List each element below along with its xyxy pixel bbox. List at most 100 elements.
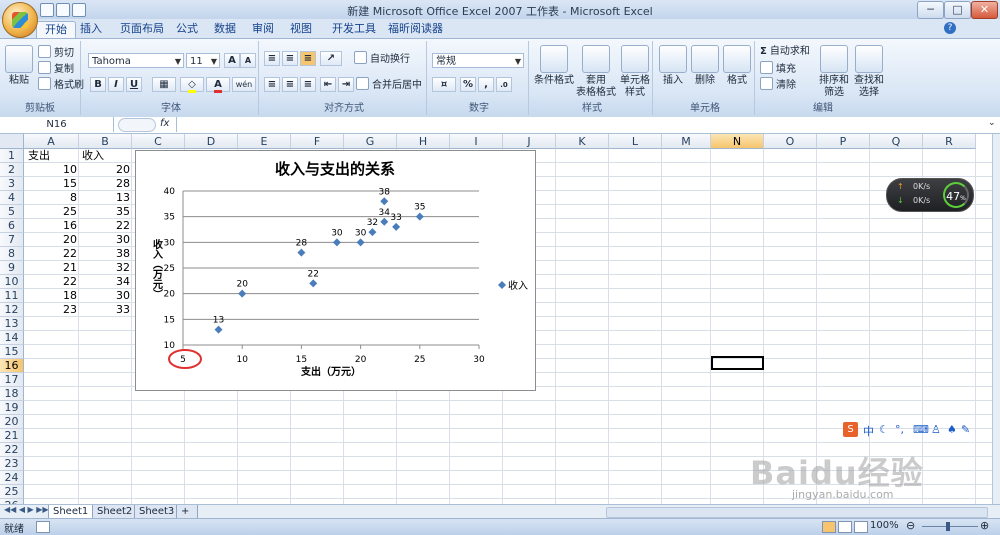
font-size-combo[interactable]: 11 ▼	[186, 53, 220, 68]
cell-A2[interactable]: 10	[24, 163, 77, 177]
tab-view[interactable]: 视图	[282, 21, 320, 37]
row-header-23[interactable]: 23	[0, 457, 24, 471]
fill-color-button[interactable]: ◇	[180, 77, 204, 93]
row-header-21[interactable]: 21	[0, 429, 24, 443]
align-middle-button[interactable]: ≡	[282, 51, 298, 66]
cell-B12[interactable]: 33	[79, 303, 130, 317]
align-bottom-button[interactable]: ≡	[300, 51, 316, 66]
sheet-nav-icon[interactable]: ◀◀ ◀ ▶ ▶▶	[4, 505, 49, 514]
cell-A3[interactable]: 15	[24, 177, 77, 191]
column-header-C[interactable]: C	[132, 134, 185, 149]
find-select-button[interactable]: 查找和 选择	[852, 45, 886, 99]
tab-foxit[interactable]: 福昕阅读器	[380, 21, 451, 37]
align-center-button[interactable]: ≡	[282, 77, 298, 92]
row-header-17[interactable]: 17	[0, 373, 24, 387]
row-header-20[interactable]: 20	[0, 415, 24, 429]
tab-page-layout[interactable]: 页面布局	[112, 21, 172, 37]
formula-input[interactable]	[176, 117, 987, 132]
font-color-button[interactable]: A	[206, 77, 230, 93]
column-header-J[interactable]: J	[503, 134, 556, 149]
increase-indent-button[interactable]: ⇥	[338, 77, 354, 92]
cell-A1[interactable]: 支出	[28, 149, 50, 163]
row-header-16[interactable]: 16	[0, 359, 24, 373]
row-header-15[interactable]: 15	[0, 345, 24, 359]
number-format-combo[interactable]: 常规 ▼	[432, 53, 524, 68]
row-header-9[interactable]: 9	[0, 261, 24, 275]
column-header-M[interactable]: M	[662, 134, 711, 149]
column-header-B[interactable]: B	[79, 134, 132, 149]
sheet-tab-3[interactable]: Sheet3	[134, 505, 180, 519]
cell-A4[interactable]: 8	[24, 191, 77, 205]
grow-font-button[interactable]: A	[224, 53, 240, 68]
zoom-out-icon[interactable]: ⊖	[906, 519, 915, 532]
ime-toolbar[interactable]: S 中 ☾ °, ⌨ ♙ ♠ ✎	[843, 422, 973, 438]
phonetic-button[interactable]: wén	[232, 77, 256, 92]
conditional-format-button[interactable]: 条件格式	[534, 45, 574, 87]
shrink-font-button[interactable]: A	[240, 53, 256, 68]
page-break-view-icon[interactable]	[854, 521, 868, 533]
cell-B3[interactable]: 28	[79, 177, 130, 191]
row-header-7[interactable]: 7	[0, 233, 24, 247]
column-header-D[interactable]: D	[185, 134, 238, 149]
cell-B5[interactable]: 35	[79, 205, 130, 219]
cell-A6[interactable]: 16	[24, 219, 77, 233]
cell-B9[interactable]: 32	[79, 261, 130, 275]
cell-A10[interactable]: 22	[24, 275, 77, 289]
cell-A12[interactable]: 23	[24, 303, 77, 317]
cell-B11[interactable]: 30	[79, 289, 130, 303]
column-header-L[interactable]: L	[609, 134, 662, 149]
paste-button[interactable]: 粘贴	[4, 45, 34, 87]
settings-icon[interactable]: ✎	[961, 423, 970, 436]
column-header-H[interactable]: H	[397, 134, 450, 149]
cell-A7[interactable]: 20	[24, 233, 77, 247]
wrap-text-button[interactable]: 自动换行	[354, 51, 410, 65]
bold-button[interactable]: B	[90, 77, 106, 92]
column-header-P[interactable]: P	[817, 134, 870, 149]
decrease-indent-button[interactable]: ⇤	[320, 77, 336, 92]
row-header-2[interactable]: 2	[0, 163, 24, 177]
horizontal-scrollbar[interactable]	[606, 507, 988, 518]
tab-developer[interactable]: 开发工具	[324, 21, 384, 37]
active-cell-N16[interactable]	[711, 356, 764, 370]
align-top-button[interactable]: ≡	[264, 51, 280, 66]
fill-button[interactable]: 填充	[760, 61, 796, 75]
format-as-table-button[interactable]: 套用 表格格式	[574, 45, 618, 99]
scatter-chart[interactable]: 收入与支出的关系 10 15 20 25 30 35 40 5 10 15 20 25 30 支出（万元） 收…	[135, 150, 536, 391]
fx-button[interactable]: fx	[160, 118, 169, 129]
tab-review[interactable]: 审阅	[244, 21, 282, 37]
column-header-O[interactable]: O	[764, 134, 817, 149]
cell-A11[interactable]: 18	[24, 289, 77, 303]
column-header-E[interactable]: E	[238, 134, 291, 149]
row-header-11[interactable]: 11	[0, 289, 24, 303]
row-header-4[interactable]: 4	[0, 191, 24, 205]
row-header-1[interactable]: 1	[0, 149, 24, 163]
page-layout-view-icon[interactable]	[838, 521, 852, 533]
clear-button[interactable]: 清除	[760, 77, 796, 91]
merge-center-button[interactable]: 合并后居中	[356, 77, 422, 91]
vertical-scrollbar[interactable]	[992, 134, 1000, 504]
macro-record-icon[interactable]	[36, 521, 50, 533]
cell-A9[interactable]: 21	[24, 261, 77, 275]
cell-B2[interactable]: 20	[79, 163, 130, 177]
cell-A5[interactable]: 25	[24, 205, 77, 219]
column-header-I[interactable]: I	[450, 134, 503, 149]
delete-cells-button[interactable]: 删除	[690, 45, 720, 87]
insert-sheet-button[interactable]: +	[176, 505, 198, 519]
accounting-button[interactable]: ¤	[432, 77, 456, 92]
zoom-slider[interactable]	[922, 526, 978, 527]
autosum-button[interactable]: Σ 自动求和	[760, 45, 810, 59]
expand-formula-icon[interactable]: ⌄	[988, 118, 996, 128]
ime-language[interactable]: 中	[863, 423, 874, 439]
tab-formulas[interactable]: 公式	[168, 21, 206, 37]
cell-B6[interactable]: 22	[79, 219, 130, 233]
zoom-level[interactable]: 100%	[870, 520, 899, 531]
row-header-3[interactable]: 3	[0, 177, 24, 191]
help-icon[interactable]: ?	[944, 22, 956, 34]
align-right-button[interactable]: ≡	[300, 77, 316, 92]
sort-filter-button[interactable]: 排序和 筛选	[818, 45, 850, 99]
zoom-in-icon[interactable]: ⊕	[980, 519, 989, 532]
normal-view-icon[interactable]	[822, 521, 836, 533]
column-header-N[interactable]: N	[711, 134, 764, 149]
user-icon[interactable]: ♙	[931, 423, 941, 436]
row-header-22[interactable]: 22	[0, 443, 24, 457]
